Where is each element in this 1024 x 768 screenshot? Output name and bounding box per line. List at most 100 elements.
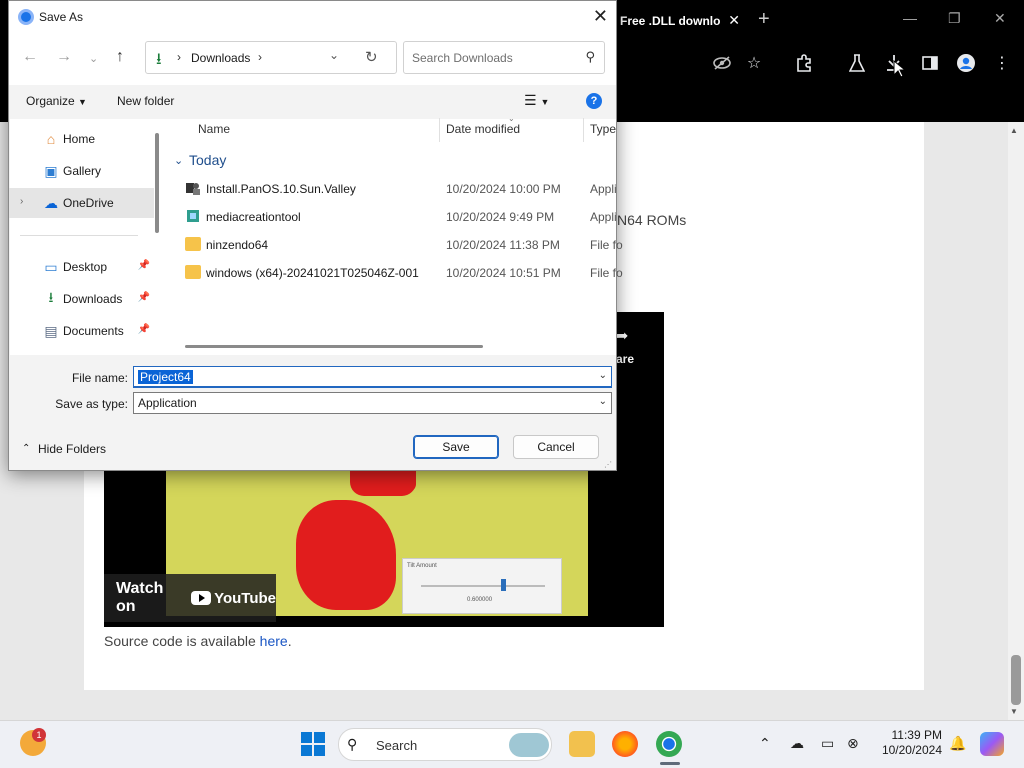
- watch-on-youtube-button[interactable]: Watch on YouTube: [104, 574, 276, 622]
- tray-overflow-chevron-icon[interactable]: ⌃: [759, 735, 771, 752]
- nav-item-documents[interactable]: ▤ Documents 📌: [9, 316, 154, 346]
- search-icon[interactable]: ⚲: [585, 49, 595, 65]
- file-explorer-icon[interactable]: [569, 731, 595, 757]
- organize-menu[interactable]: Organize ▼: [26, 94, 87, 108]
- chevron-up-icon[interactable]: ⌃: [22, 443, 30, 454]
- tab-close-icon[interactable]: ✕: [728, 12, 740, 29]
- file-row[interactable]: Install.PanOS.10.Sun.Valley 10/20/2024 1…: [165, 175, 617, 203]
- column-header-type[interactable]: Type: [590, 122, 616, 136]
- file-name: Install.PanOS.10.Sun.Valley: [206, 182, 356, 196]
- volume-muted-icon[interactable]: ⊗: [847, 735, 859, 752]
- source-code-text: Source code is available: [104, 633, 260, 649]
- browser-tab[interactable]: Free .DLL downlo ✕: [610, 6, 748, 36]
- tilt-panel: Tilt Amount 0.600000: [402, 558, 562, 614]
- save-type-select[interactable]: Application ⌄: [133, 392, 612, 414]
- address-separator-icon[interactable]: ›: [177, 50, 181, 64]
- column-header-name[interactable]: Name: [198, 122, 230, 136]
- nav-pane-scrollbar[interactable]: [155, 133, 159, 233]
- nav-item-desktop[interactable]: ▭ Desktop 📌: [9, 252, 154, 282]
- address-segment-downloads[interactable]: Downloads: [191, 51, 250, 65]
- file-row[interactable]: mediacreationtool 10/20/2024 9:49 PM App…: [165, 203, 617, 231]
- chevron-down-icon[interactable]: ⌄: [599, 396, 607, 407]
- address-separator-icon[interactable]: ›: [258, 50, 262, 64]
- file-name-label: File name:: [71, 371, 128, 385]
- folder-icon: [185, 265, 201, 279]
- column-header-date[interactable]: Date modified: [446, 122, 520, 136]
- search-input[interactable]: Search Downloads: [412, 51, 513, 65]
- desktop-icon: ▭: [44, 258, 58, 275]
- cancel-button[interactable]: Cancel: [513, 435, 599, 459]
- chevron-down-icon[interactable]: ⌄: [599, 370, 607, 381]
- save-button[interactable]: Save: [413, 435, 499, 459]
- copilot-icon[interactable]: [980, 732, 1004, 756]
- file-name-selected-text[interactable]: Project64: [138, 369, 193, 384]
- minimize-icon[interactable]: —: [903, 10, 917, 26]
- file-name: ninzendo64: [206, 238, 269, 252]
- taskbar-clock[interactable]: 11:39 PM 10/20/2024: [870, 728, 942, 758]
- address-bar[interactable]: ⭳ › Downloads › ⌄ ↻: [145, 41, 397, 74]
- star-icon[interactable]: ☆: [742, 51, 766, 75]
- share-label[interactable]: are: [616, 352, 634, 366]
- notification-bell-icon[interactable]: 🔔: [949, 735, 966, 752]
- recent-locations-chevron-icon[interactable]: ⌄: [89, 52, 98, 65]
- window-close-icon[interactable]: ✕: [994, 10, 1006, 27]
- cloud-offline-icon[interactable]: ☁: [790, 735, 804, 752]
- restore-icon[interactable]: ❐: [948, 10, 961, 27]
- column-divider[interactable]: [583, 118, 584, 142]
- nav-item-downloads[interactable]: ⭳ Downloads 📌: [9, 284, 154, 314]
- pin-icon: 📌: [137, 292, 150, 303]
- nav-item-home[interactable]: ⌂ Home: [9, 124, 154, 154]
- hide-folders-button[interactable]: Hide Folders: [38, 442, 106, 456]
- dialog-titlebar: Save As ✕: [9, 1, 616, 33]
- address-dropdown-icon[interactable]: ⌄: [329, 48, 339, 62]
- windows-start-icon[interactable]: [301, 732, 325, 756]
- partial-heading-text: N64 ROMs: [617, 212, 687, 228]
- source-code-link[interactable]: here: [260, 633, 288, 649]
- file-date: 10/20/2024 9:49 PM: [446, 210, 555, 224]
- column-divider[interactable]: [439, 118, 440, 142]
- kebab-menu-icon[interactable]: ⋮: [990, 51, 1014, 75]
- group-collapse-icon[interactable]: ⌄: [174, 154, 183, 167]
- profile-icon[interactable]: [954, 51, 978, 75]
- chrome-icon[interactable]: [656, 731, 682, 757]
- sidebar-icon[interactable]: [918, 51, 942, 75]
- refresh-icon[interactable]: ↻: [365, 48, 378, 66]
- nav-item-onedrive[interactable]: › ☁ OneDrive: [9, 188, 154, 218]
- scroll-down-icon[interactable]: ▼: [1010, 707, 1018, 716]
- network-icon[interactable]: ▭: [821, 735, 834, 752]
- search-box[interactable]: Search Downloads ⚲: [403, 41, 605, 74]
- app-icon: [185, 209, 201, 223]
- group-header-today[interactable]: Today: [189, 152, 226, 168]
- up-arrow-icon[interactable]: ↑: [116, 48, 124, 66]
- nav-item-gallery[interactable]: ▣ Gallery: [9, 156, 154, 186]
- expand-chevron-icon[interactable]: ›: [20, 196, 23, 207]
- dialog-close-icon[interactable]: ✕: [593, 6, 608, 27]
- file-list-hscrollbar[interactable]: [185, 345, 483, 348]
- new-folder-button[interactable]: New folder: [117, 94, 174, 108]
- file-name-field[interactable]: Project64 ⌄: [133, 366, 612, 388]
- file-row[interactable]: windows (x64)-20241021T025046Z-001 10/20…: [165, 259, 623, 287]
- watch-on-label: Watch on: [116, 580, 164, 615]
- download-icon: ⭳: [48, 289, 54, 305]
- pin-icon: 📌: [137, 324, 150, 335]
- help-icon[interactable]: ?: [586, 93, 602, 109]
- scroll-up-icon[interactable]: ▲: [1010, 126, 1018, 135]
- back-arrow-icon[interactable]: ←: [22, 48, 38, 66]
- page-scrollbar[interactable]: [1008, 122, 1024, 720]
- eye-off-icon[interactable]: [710, 51, 734, 75]
- file-type: Appli: [590, 182, 617, 196]
- page-scroll-thumb[interactable]: [1011, 655, 1021, 705]
- taskbar-search-box[interactable]: ⚲ Search: [338, 728, 552, 761]
- extensions-icon[interactable]: [792, 51, 816, 75]
- labs-flask-icon[interactable]: [845, 51, 869, 75]
- view-options-icon[interactable]: ☰ ▼: [524, 92, 549, 109]
- gallery-icon: ▣: [44, 162, 58, 179]
- resize-grip-icon[interactable]: ⋰: [604, 460, 612, 469]
- new-tab-button[interactable]: +: [758, 8, 770, 31]
- forward-arrow-icon[interactable]: →: [56, 48, 72, 66]
- file-row[interactable]: ninzendo64 10/20/2024 11:38 PM File fo: [165, 231, 623, 259]
- firefox-icon[interactable]: [612, 731, 638, 757]
- clock-date: 10/20/2024: [881, 743, 942, 757]
- file-date: 10/20/2024 10:00 PM: [446, 182, 561, 196]
- share-icon[interactable]: ➦: [615, 326, 628, 346]
